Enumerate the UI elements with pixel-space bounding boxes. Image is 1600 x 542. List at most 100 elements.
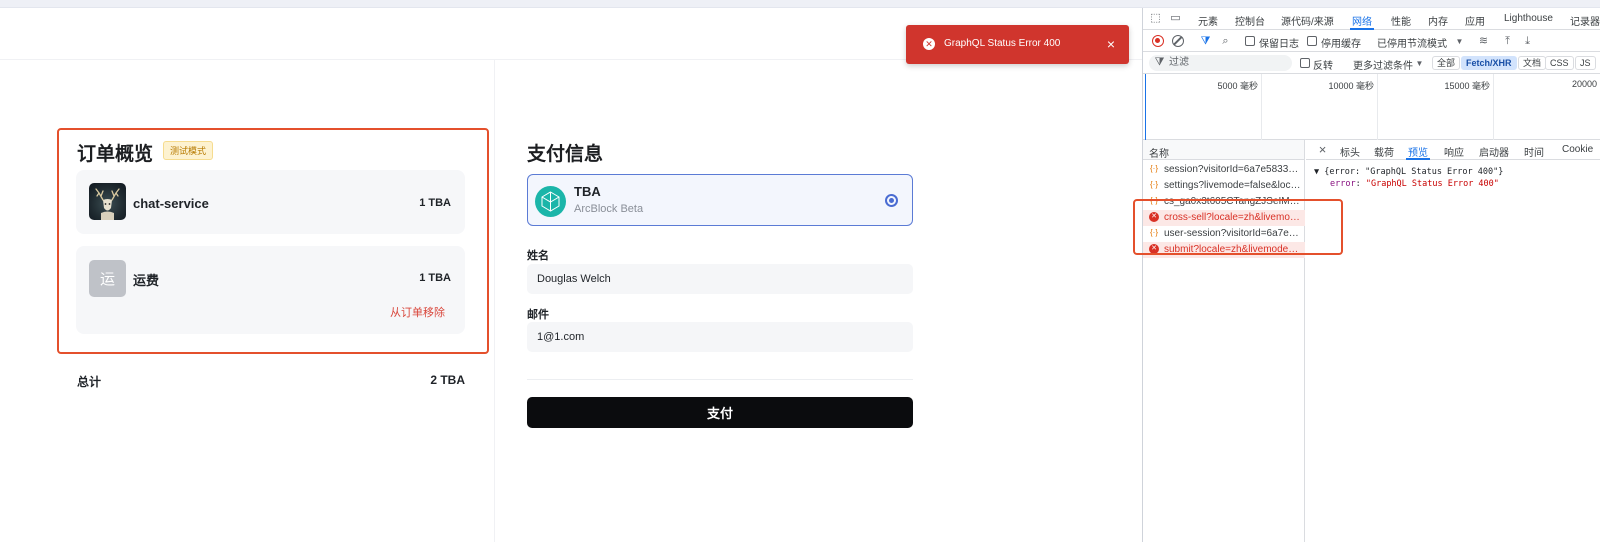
tab-console[interactable]: 控制台 xyxy=(1235,13,1265,28)
request-row[interactable]: {·} session?visitorId=6a7e5833-9f… xyxy=(1143,162,1305,178)
json-property: error: "GraphQL Status Error 400" xyxy=(1330,179,1499,189)
request-url: session?visitorId=6a7e5833-9f… xyxy=(1164,164,1301,175)
radio-selected-icon[interactable] xyxy=(885,194,898,207)
tab-preview[interactable]: 预览 xyxy=(1406,144,1430,160)
preview-pane: ▼ {error: "GraphQL Status Error 400"} er… xyxy=(1306,160,1600,542)
timeline-tick: 20000 xyxy=(1571,79,1597,89)
timeline-gridline xyxy=(1261,74,1262,140)
payment-method-name: TBA xyxy=(574,184,601,199)
payment-method-option[interactable]: TBA ArcBlock Beta xyxy=(527,174,913,226)
timeline-cursor xyxy=(1145,74,1146,140)
json-value: "GraphQL Status Error 400" xyxy=(1365,179,1499,189)
inspect-element-icon[interactable]: ⬚ xyxy=(1149,12,1162,25)
disable-cache-checkbox[interactable] xyxy=(1307,36,1317,46)
email-label: 邮件 xyxy=(527,309,549,321)
column-divider xyxy=(494,60,495,542)
import-har-icon[interactable]: ⤒ xyxy=(1501,35,1514,48)
test-mode-badge: 测试模式 xyxy=(163,141,214,160)
remove-from-order-link[interactable]: 从订单移除 xyxy=(390,304,445,320)
toast-message: GraphQL Status Error 400 xyxy=(944,38,1061,49)
tab-headers[interactable]: 标头 xyxy=(1340,144,1360,159)
order-item-card: chat-service 1 TBA xyxy=(76,170,465,234)
clear-icon[interactable] xyxy=(1172,35,1184,47)
request-detail-tabs: × 标头 载荷 预览 响应 启动器 时间 Cookie xyxy=(1306,140,1600,160)
export-har-icon[interactable]: ⤓ xyxy=(1521,35,1534,48)
tab-recorder[interactable]: 记录器 xyxy=(1570,13,1600,28)
browser-top-strip xyxy=(0,0,1600,8)
tab-lighthouse[interactable]: Lighthouse xyxy=(1504,13,1553,24)
close-icon[interactable]: × xyxy=(1316,143,1329,156)
request-url: settings?livemode=false&local… xyxy=(1164,180,1301,191)
item-price: 1 TBA xyxy=(419,272,451,284)
invert-checkbox[interactable] xyxy=(1300,58,1310,68)
payment-divider xyxy=(527,379,913,380)
tab-initiator[interactable]: 启动器 xyxy=(1479,144,1509,159)
chevron-down-icon[interactable]: ▼ xyxy=(1453,35,1466,48)
network-timeline[interactable]: 5000 毫秒 10000 毫秒 15000 毫秒 20000 xyxy=(1143,74,1600,140)
timeline-tick: 10000 毫秒 xyxy=(1328,81,1374,91)
tab-timing[interactable]: 时间 xyxy=(1524,144,1544,159)
name-field[interactable] xyxy=(527,264,913,294)
chevron-down-icon[interactable]: ▼ xyxy=(1413,57,1426,70)
device-toolbar-icon[interactable]: ▭ xyxy=(1169,12,1182,25)
more-filters-dropdown[interactable]: 更多过滤条件 xyxy=(1353,57,1413,72)
tab-payload[interactable]: 载荷 xyxy=(1374,144,1394,159)
tab-application[interactable]: 应用 xyxy=(1465,13,1485,28)
order-item-card: 运 运费 1 TBA 从订单移除 xyxy=(76,246,465,334)
chip-js[interactable]: JS xyxy=(1575,56,1596,70)
item-price: 1 TBA xyxy=(419,197,451,209)
invert-label: 反转 xyxy=(1313,61,1333,72)
search-icon[interactable]: ⌕ xyxy=(1219,35,1232,48)
toast-close-icon[interactable]: × xyxy=(1107,36,1115,52)
filter-funnel-icon: ⧩ xyxy=(1154,56,1165,68)
chip-doc[interactable]: 文档 xyxy=(1518,56,1547,70)
name-label: 姓名 xyxy=(527,250,549,262)
item-name: chat-service xyxy=(133,196,209,211)
devtools-panel: ⬚ ▭ 元素 控制台 源代码/来源 网络 性能 内存 应用 Lighthouse… xyxy=(1142,8,1600,542)
throttle-select[interactable]: 已停用节流模式 xyxy=(1377,35,1447,50)
json-key: error xyxy=(1330,179,1356,189)
timeline-tick: 5000 毫秒 xyxy=(1217,81,1258,91)
devtools-tab-bar: ⬚ ▭ 元素 控制台 源代码/来源 网络 性能 内存 应用 Lighthouse… xyxy=(1143,8,1600,30)
item-name: 运费 xyxy=(133,273,160,288)
timeline-gridline xyxy=(1493,74,1494,140)
total-label: 总计 xyxy=(77,375,102,389)
chip-css[interactable]: CSS xyxy=(1545,56,1574,70)
total-value: 2 TBA xyxy=(430,373,465,387)
order-summary-title: 订单概览 xyxy=(77,144,154,165)
preserve-log-label: 保留日志 xyxy=(1259,39,1299,50)
timeline-gridline xyxy=(1377,74,1378,140)
tab-sources[interactable]: 源代码/来源 xyxy=(1281,13,1334,28)
failed-requests-highlight xyxy=(1133,199,1343,255)
tab-memory[interactable]: 内存 xyxy=(1428,13,1448,28)
deer-logo-image xyxy=(89,183,126,220)
filter-icon[interactable]: ⧩ xyxy=(1199,35,1212,48)
tab-network[interactable]: 网络 xyxy=(1350,13,1374,30)
json-summary[interactable]: ▼ {error: "GraphQL Status Error 400"} xyxy=(1314,167,1503,177)
tab-response[interactable]: 响应 xyxy=(1444,144,1464,159)
disable-cache-label: 停用缓存 xyxy=(1321,39,1361,50)
payment-info-title: 支付信息 xyxy=(527,144,604,165)
record-icon[interactable] xyxy=(1152,35,1164,47)
item-placeholder-thumb: 运 xyxy=(89,260,126,297)
pay-button[interactable]: 支付 xyxy=(527,397,913,428)
network-conditions-icon[interactable]: ≋ xyxy=(1477,35,1490,48)
payment-method-network: ArcBlock Beta xyxy=(574,203,644,215)
xhr-icon: {·} xyxy=(1149,180,1158,189)
error-circle-icon: ✕ xyxy=(923,38,935,50)
email-field[interactable] xyxy=(527,322,913,352)
request-list-header[interactable]: 名称 xyxy=(1143,140,1305,160)
chip-all[interactable]: 全部 xyxy=(1432,56,1461,70)
json-colon: : xyxy=(1355,179,1366,189)
preserve-log-checkbox[interactable] xyxy=(1245,36,1255,46)
chip-fetch-xhr[interactable]: Fetch/XHR xyxy=(1461,56,1517,70)
tab-elements[interactable]: 元素 xyxy=(1198,13,1218,28)
tab-cookies[interactable]: Cookie xyxy=(1562,144,1593,155)
name-column-header: 名称 xyxy=(1149,149,1169,160)
arcblock-logo-icon xyxy=(535,186,566,217)
tab-performance[interactable]: 性能 xyxy=(1391,13,1411,28)
filter-input[interactable]: 过滤 xyxy=(1149,55,1292,71)
timeline-tick: 15000 毫秒 xyxy=(1444,81,1490,91)
xhr-icon: {·} xyxy=(1149,164,1158,173)
request-row[interactable]: {·} settings?livemode=false&local… xyxy=(1143,178,1305,194)
